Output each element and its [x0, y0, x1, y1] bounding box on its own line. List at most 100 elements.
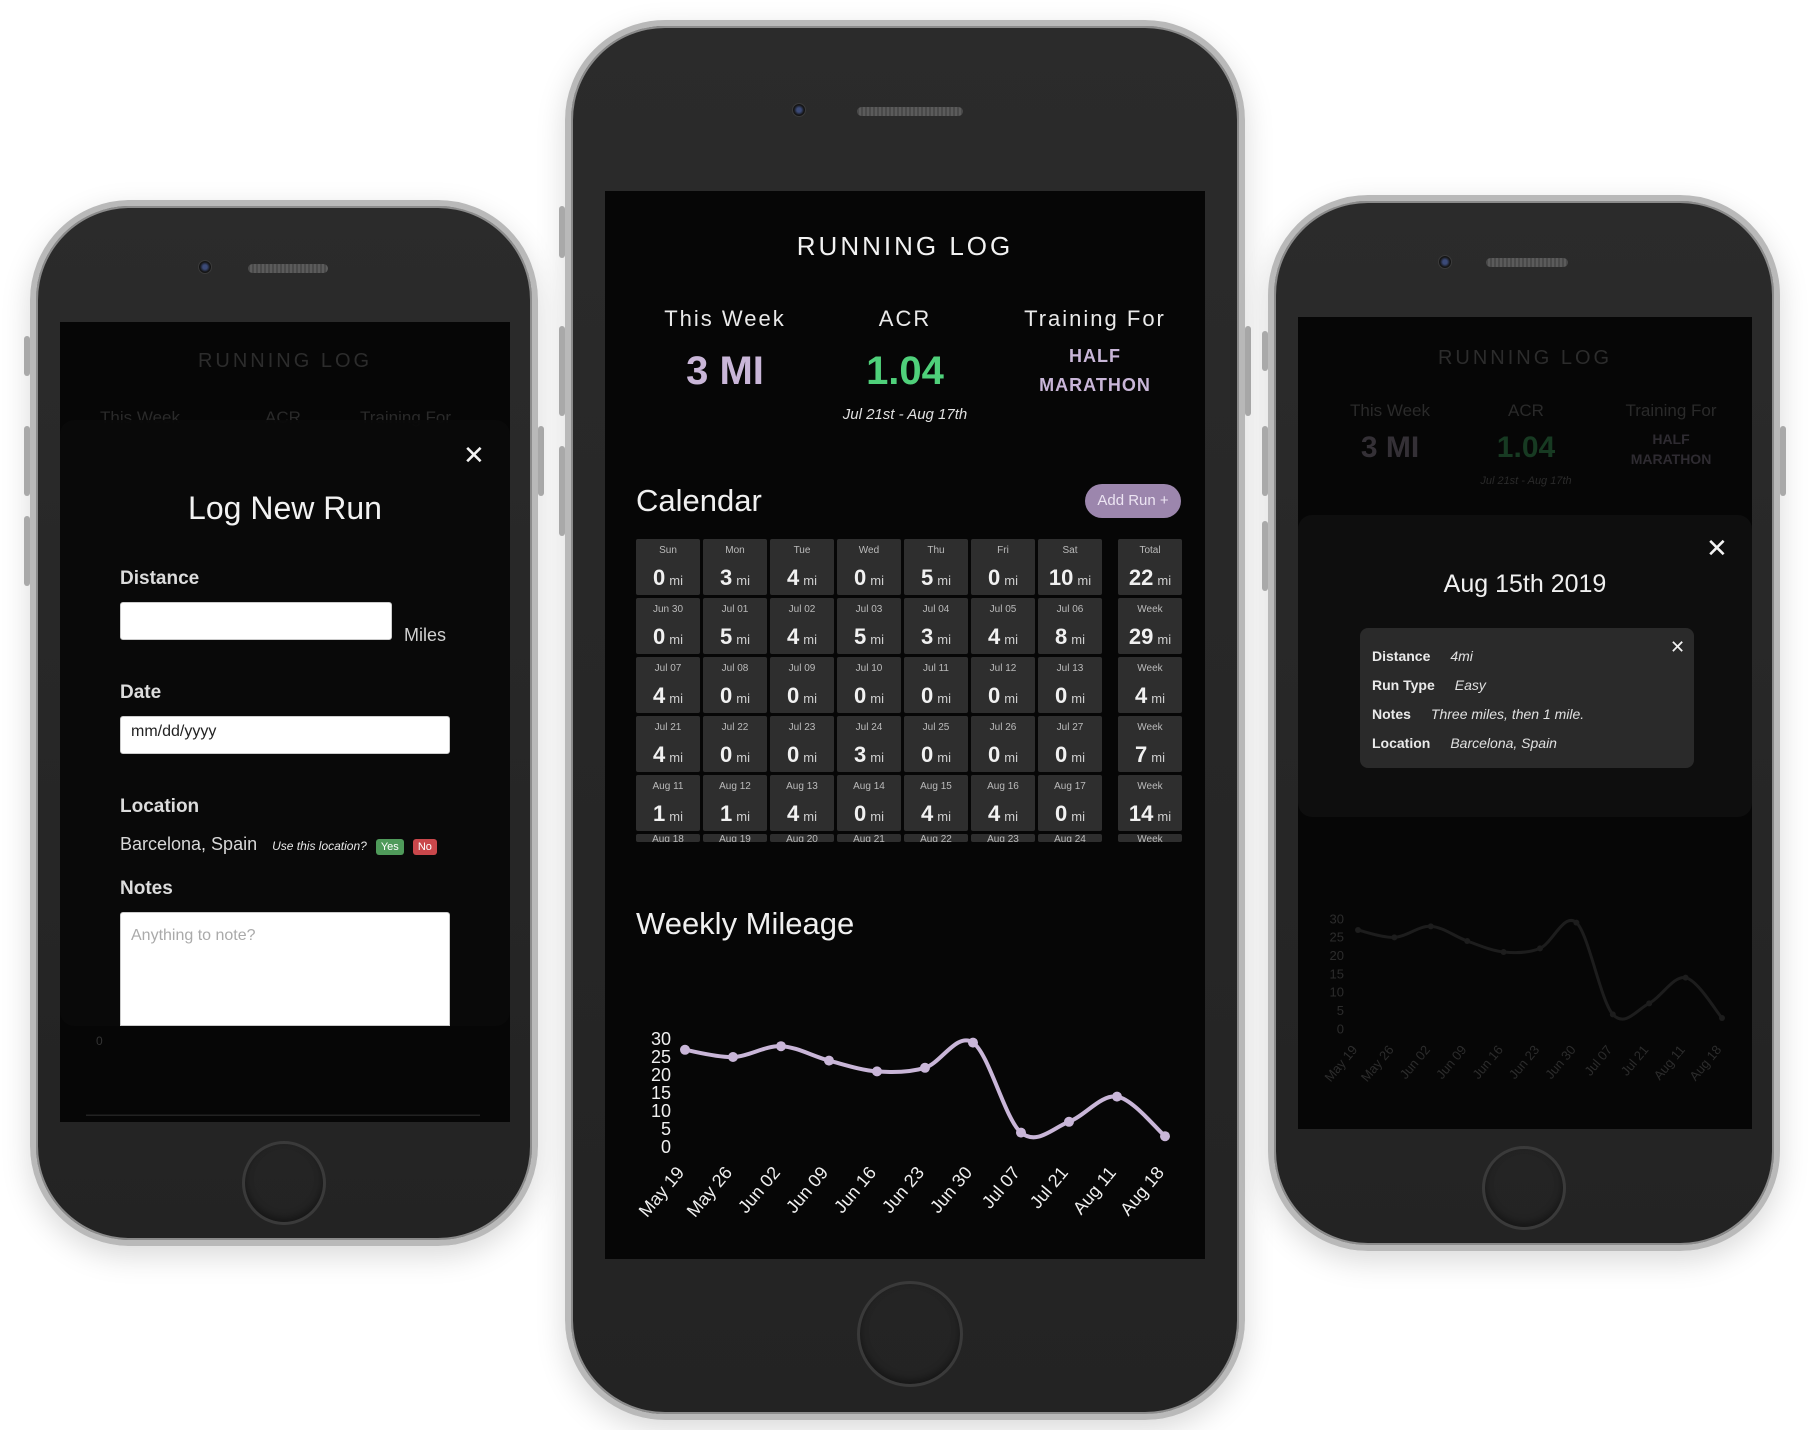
- delete-run-button[interactable]: ✕: [1670, 638, 1685, 656]
- calendar-day-cell[interactable]: Mon 3 mi: [703, 539, 767, 595]
- mileage-point[interactable]: [1464, 938, 1471, 944]
- calendar-cell-value: 0 mi: [837, 801, 901, 827]
- calendar-cell-unit: mi: [870, 573, 884, 588]
- calendar-week-total-cell[interactable]: Week: [1118, 834, 1182, 842]
- calendar-day-cell[interactable]: Jul 10 0 mi: [837, 657, 901, 713]
- close-detail-button[interactable]: ✕: [1706, 535, 1728, 561]
- calendar-day-cell[interactable]: Jul 26 0 mi: [971, 716, 1035, 772]
- mileage-point[interactable]: [824, 1055, 834, 1066]
- mileage-point[interactable]: [1537, 945, 1543, 952]
- calendar-day-cell[interactable]: Wed 0 mi: [837, 539, 901, 595]
- behind-chart-lines: [86, 1114, 480, 1116]
- calendar-day-cell[interactable]: Jul 06 8 mi: [1038, 598, 1102, 654]
- calendar-week-total-cell[interactable]: Week 4 mi: [1118, 657, 1182, 713]
- calendar-cell-value: 1 mi: [636, 801, 700, 827]
- mileage-point[interactable]: [1160, 1131, 1170, 1142]
- use-location-yes-button[interactable]: Yes: [375, 839, 404, 855]
- mileage-point[interactable]: [1719, 1015, 1725, 1021]
- calendar-day-cell[interactable]: Aug 22: [904, 834, 968, 842]
- calendar-day-cell[interactable]: Jul 09 0 mi: [770, 657, 834, 713]
- calendar-day-cell[interactable]: Jul 07 4 mi: [636, 657, 700, 713]
- calendar-day-cell[interactable]: Jul 11 0 mi: [904, 657, 968, 713]
- calendar-day-cell[interactable]: Jul 27 0 mi: [1038, 716, 1102, 772]
- mileage-point[interactable]: [728, 1052, 738, 1062]
- calendar-day-cell[interactable]: Aug 15 4 mi: [904, 775, 968, 831]
- calendar-cell-date: Jul 10: [855, 663, 883, 674]
- mileage-point[interactable]: [1646, 1000, 1653, 1007]
- mileage-point[interactable]: [968, 1037, 978, 1048]
- calendar-day-cell[interactable]: Aug 21: [837, 834, 901, 842]
- distance-input[interactable]: [120, 602, 392, 640]
- mileage-point[interactable]: [680, 1044, 690, 1055]
- mileage-point[interactable]: [1609, 1011, 1616, 1018]
- calendar-day-cell[interactable]: Aug 16 4 mi: [971, 775, 1035, 831]
- calendar-day-cell[interactable]: Sun 0 mi: [636, 539, 700, 595]
- calendar-day-cell[interactable]: Jul 08 0 mi: [703, 657, 767, 713]
- calendar-cell-unit: mi: [1004, 750, 1018, 765]
- notes-textarea[interactable]: Anything to note?: [120, 912, 450, 1026]
- calendar-day-cell[interactable]: Aug 19: [703, 834, 767, 842]
- detail-notes-row: Notes Three miles, then 1 mile.: [1372, 706, 1584, 722]
- home-button[interactable]: [242, 1141, 326, 1225]
- calendar-day-cell[interactable]: Aug 13 4 mi: [770, 775, 834, 831]
- calendar-week-total-cell[interactable]: Week 14 mi: [1118, 775, 1182, 831]
- x-tick-label: Jun 30: [1542, 1042, 1579, 1082]
- close-modal-button[interactable]: ✕: [463, 442, 485, 468]
- calendar-cell-date: Week: [1137, 722, 1163, 733]
- mileage-point[interactable]: [1112, 1091, 1122, 1102]
- calendar-day-cell[interactable]: Jun 30 0 mi: [636, 598, 700, 654]
- mileage-point[interactable]: [776, 1041, 786, 1052]
- calendar-day-cell[interactable]: Jul 23 0 mi: [770, 716, 834, 772]
- calendar-day-cell[interactable]: Fri 0 mi: [971, 539, 1035, 595]
- mileage-point[interactable]: [1500, 949, 1507, 955]
- calendar-day-cell[interactable]: Jul 22 0 mi: [703, 716, 767, 772]
- calendar-day-cell[interactable]: Aug 24: [1038, 834, 1102, 842]
- home-button[interactable]: [1482, 1146, 1566, 1230]
- calendar-cell-date: Aug 23: [987, 834, 1019, 842]
- calendar-day-cell[interactable]: Aug 18: [636, 834, 700, 842]
- calendar-day-cell[interactable]: Jul 21 4 mi: [636, 716, 700, 772]
- calendar-day-cell[interactable]: Thu 5 mi: [904, 539, 968, 595]
- calendar-day-cell[interactable]: Aug 11 1 mi: [636, 775, 700, 831]
- calendar-cell-miles: 22: [1128, 565, 1154, 590]
- mileage-point[interactable]: [1016, 1127, 1026, 1138]
- calendar-day-cell[interactable]: Jul 03 5 mi: [837, 598, 901, 654]
- home-button[interactable]: [857, 1281, 963, 1387]
- calendar-day-cell[interactable]: Sat 10 mi: [1038, 539, 1102, 595]
- mileage-point[interactable]: [1573, 919, 1580, 926]
- mileage-point[interactable]: [1355, 927, 1361, 933]
- date-input[interactable]: mm/dd/yyyy: [120, 716, 450, 754]
- calendar-day-cell[interactable]: Jul 12 0 mi: [971, 657, 1035, 713]
- mileage-point[interactable]: [1064, 1116, 1074, 1127]
- calendar-cell-date: Jul 12: [989, 663, 1017, 674]
- mileage-point[interactable]: [872, 1066, 882, 1077]
- calendar-week-total-cell[interactable]: Week 7 mi: [1118, 716, 1182, 772]
- calendar-day-cell[interactable]: Jul 05 4 mi: [971, 598, 1035, 654]
- x-tick-label: Jul 07: [1581, 1042, 1615, 1078]
- calendar-day-cell[interactable]: Jul 04 3 mi: [904, 598, 968, 654]
- calendar-day-cell[interactable]: Tue 4 mi: [770, 539, 834, 595]
- add-run-button[interactable]: Add Run +: [1085, 484, 1181, 518]
- calendar-day-cell[interactable]: Jul 25 0 mi: [904, 716, 968, 772]
- modal-title: Log New Run: [188, 490, 382, 526]
- mileage-point[interactable]: [1682, 974, 1689, 981]
- calendar-day-cell[interactable]: Jul 02 4 mi: [770, 598, 834, 654]
- calendar-day-cell[interactable]: Jul 13 0 mi: [1038, 657, 1102, 713]
- app-title: RUNNING LOG: [796, 231, 1014, 261]
- calendar-week-total-cell[interactable]: Week 29 mi: [1118, 598, 1182, 654]
- mileage-point[interactable]: [1427, 923, 1434, 930]
- mileage-point[interactable]: [1391, 934, 1398, 941]
- mileage-point[interactable]: [920, 1062, 930, 1073]
- calendar-day-cell[interactable]: Jul 01 5 mi: [703, 598, 767, 654]
- calendar-day-cell[interactable]: Aug 12 1 mi: [703, 775, 767, 831]
- calendar-day-cell[interactable]: Aug 14 0 mi: [837, 775, 901, 831]
- calendar-day-cell[interactable]: Aug 23: [971, 834, 1035, 842]
- calendar-day-cell[interactable]: Aug 20: [770, 834, 834, 842]
- calendar-cell-miles: 0: [854, 801, 867, 826]
- calendar-week-total-cell[interactable]: Total 22 mi: [1118, 539, 1182, 595]
- y-tick-label: 5: [1337, 1003, 1344, 1018]
- calendar-day-cell[interactable]: Aug 17 0 mi: [1038, 775, 1102, 831]
- calendar-cell-value: 4 mi: [770, 565, 834, 591]
- calendar-day-cell[interactable]: Jul 24 3 mi: [837, 716, 901, 772]
- use-location-no-button[interactable]: No: [412, 839, 437, 855]
